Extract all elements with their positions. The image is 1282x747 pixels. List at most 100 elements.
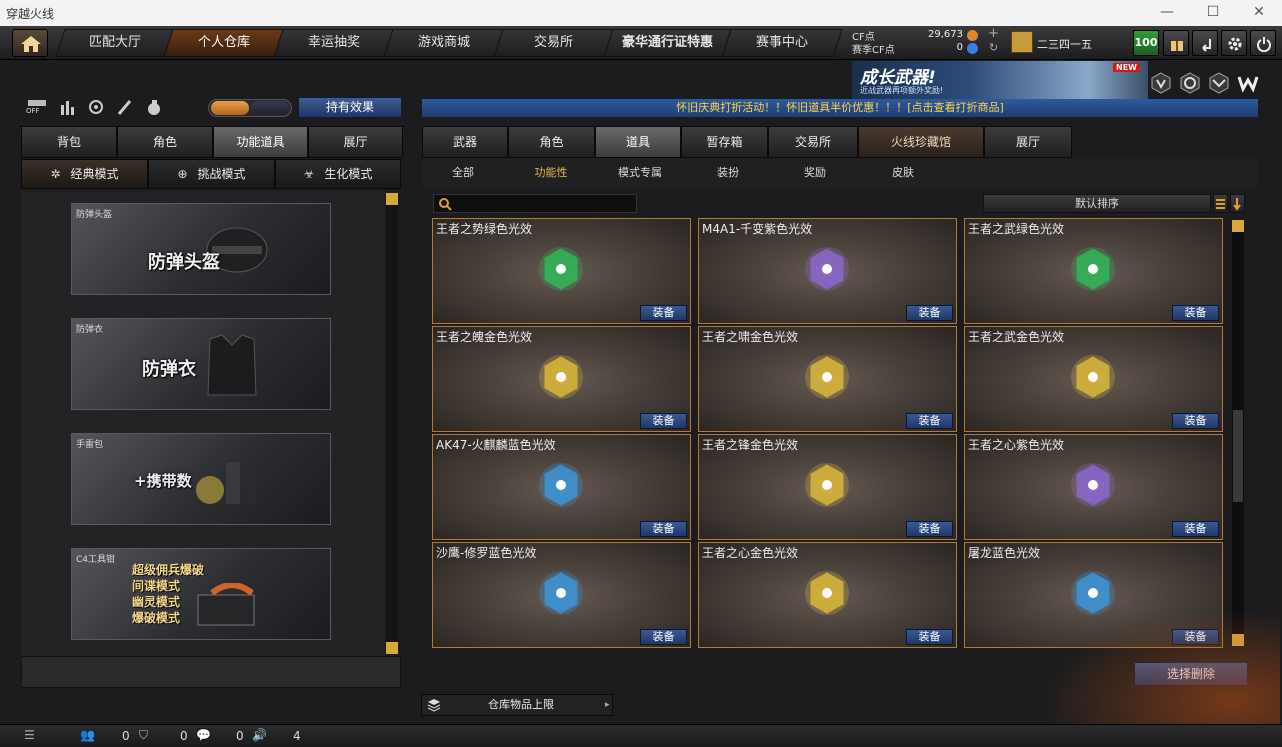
tab-storage-box[interactable]: 暂存箱 xyxy=(681,126,768,158)
gift-button[interactable] xyxy=(1163,30,1189,56)
menu-icon[interactable]: ☰ xyxy=(24,728,35,742)
equip-button[interactable]: 装备 xyxy=(906,521,953,537)
tab-pass-deal[interactable]: 豪华通行证特惠 xyxy=(603,29,733,57)
home-button[interactable] xyxy=(12,29,48,57)
c4-tool-card[interactable]: C4工具钳 超级佣兵爆破 间谍模式 幽灵模式 爆破模式 xyxy=(71,548,331,640)
level-badge[interactable]: 100 xyxy=(1133,30,1159,56)
left-scrollbar[interactable] xyxy=(386,193,398,654)
growth-weapon-banner[interactable]: 成长武器! 近战武器再项额外奖励! NEW xyxy=(852,61,1148,99)
settings-button[interactable] xyxy=(1221,30,1247,56)
equip-button[interactable]: 装备 xyxy=(1172,413,1219,429)
equip-button[interactable]: 装备 xyxy=(640,629,687,645)
subtab-rewards[interactable]: 奖励 xyxy=(792,162,838,184)
item-card[interactable]: 王者之心金色光效 装备 xyxy=(698,542,957,648)
tab-event-center[interactable]: 赛事中心 xyxy=(721,29,843,57)
tab-lucky-draw[interactable]: 幸运抽奖 xyxy=(273,29,395,57)
scroll-up-arrow-icon[interactable] xyxy=(386,193,398,205)
tab-character[interactable]: 角色 xyxy=(117,126,213,158)
item-card[interactable]: 屠龙蓝色光效 装备 xyxy=(964,542,1223,648)
refresh-icon[interactable]: ↻ xyxy=(989,41,998,54)
w-emblem-icon[interactable] xyxy=(1237,72,1259,94)
select-delete-button[interactable]: 选择删除 xyxy=(1134,662,1248,686)
wings-emblem-icon[interactable] xyxy=(1208,72,1230,94)
item-card[interactable]: 王者之心紫色光效 装备 xyxy=(964,434,1223,540)
volume-icon[interactable]: 🔊 xyxy=(252,728,267,742)
sort-dropdown[interactable]: 默认排序 xyxy=(983,194,1211,213)
search-input[interactable] xyxy=(433,194,637,213)
equip-button[interactable]: 装备 xyxy=(906,305,953,321)
cycle-icon[interactable] xyxy=(85,97,107,117)
item-card[interactable]: 王者之武金色光效 装备 xyxy=(964,326,1223,432)
off-toggle-icon[interactable]: OFF xyxy=(26,97,48,117)
item-card[interactable]: 王者之势绿色光效 装备 xyxy=(432,218,691,324)
tab-challenge-mode[interactable]: ⊕ 挑战模式 xyxy=(148,159,275,189)
tab-exhibition[interactable]: 展厅 xyxy=(984,126,1072,158)
grenade-icon[interactable] xyxy=(143,97,165,117)
tab-showroom[interactable]: 展厅 xyxy=(308,126,403,158)
item-name: 王者之魄金色光效 xyxy=(436,330,533,344)
equip-button[interactable]: 装备 xyxy=(1172,629,1219,645)
friends-icon[interactable]: 👥 xyxy=(80,728,95,742)
tab-characters[interactable]: 角色 xyxy=(508,126,595,158)
equip-button[interactable]: 装备 xyxy=(640,521,687,537)
close-button[interactable]: ✕ xyxy=(1236,0,1282,26)
tab-exchange[interactable]: 交易所 xyxy=(493,29,615,57)
owned-effect-button[interactable]: 持有效果 xyxy=(298,97,402,118)
maximize-button[interactable]: ☐ xyxy=(1190,0,1236,26)
tab-classic-mode[interactable]: ✲ 经典模式 xyxy=(21,159,148,189)
clan-shield-icon[interactable]: ⛉ xyxy=(139,728,148,743)
tab-match-lobby[interactable]: 匹配大厅 xyxy=(55,29,175,57)
subtab-dress-up[interactable]: 装扮 xyxy=(705,162,751,184)
item-card[interactable]: M4A1-千变紫色光效 装备 xyxy=(698,218,957,324)
equip-button[interactable]: 装备 xyxy=(1172,305,1219,321)
subtab-all[interactable]: 全部 xyxy=(440,162,486,184)
view-toggle[interactable] xyxy=(208,99,292,117)
item-card[interactable]: 沙鹰-修罗蓝色光效 装备 xyxy=(432,542,691,648)
equip-button[interactable]: 装备 xyxy=(906,629,953,645)
equip-button[interactable]: 装备 xyxy=(906,413,953,429)
shield-emblem-icon[interactable] xyxy=(1150,72,1172,94)
item-card[interactable]: 王者之锋金色光效 装备 xyxy=(698,434,957,540)
tab-trade[interactable]: 交易所 xyxy=(768,126,858,158)
add-cf-icon[interactable]: + xyxy=(988,26,999,41)
grenade-pack-card[interactable]: 手雷包 +携带数 xyxy=(71,433,331,525)
item-card[interactable]: 王者之啸金色光效 装备 xyxy=(698,326,957,432)
storage-limit-bar[interactable]: 仓库物品上限 ▸ xyxy=(421,694,613,716)
body-armor-card[interactable]: 防弹衣 防弹衣 xyxy=(71,318,331,410)
tab-functional-items[interactable]: 功能道具 xyxy=(213,126,308,158)
minimize-button[interactable]: — xyxy=(1144,0,1190,26)
tab-game-mall[interactable]: 游戏商城 xyxy=(383,29,505,57)
list-view-icon[interactable] xyxy=(1213,194,1228,213)
helmet-card[interactable]: 防弹头盔 防弹头盔 xyxy=(71,203,331,295)
equip-button[interactable]: 装备 xyxy=(640,305,687,321)
discount-notice[interactable]: 怀旧庆典打折活动！！怀旧道具半价优惠！！！[点击查看打折商品] xyxy=(422,99,1258,117)
tab-items[interactable]: 道具 xyxy=(595,126,681,158)
tab-weapons[interactable]: 武器 xyxy=(422,126,508,158)
item-card[interactable]: 王者之武绿色光效 装备 xyxy=(964,218,1223,324)
chat-icon[interactable]: 💬 xyxy=(196,728,211,742)
scroll-down-arrow-icon[interactable] xyxy=(386,642,398,654)
stats-icon[interactable] xyxy=(57,97,79,117)
item-card[interactable]: AK47-火麒麟蓝色光效 装备 xyxy=(432,434,691,540)
tab-backpack[interactable]: 背包 xyxy=(21,126,117,158)
grid-scroll-down-icon[interactable] xyxy=(1232,634,1244,646)
sort-direction-icon[interactable] xyxy=(1230,194,1245,213)
grid-scroll-thumb[interactable] xyxy=(1233,410,1243,502)
power-button[interactable] xyxy=(1250,30,1276,56)
target-emblem-icon[interactable] xyxy=(1179,72,1201,94)
tab-personal-warehouse[interactable]: 个人仓库 xyxy=(163,29,285,57)
brush-icon[interactable] xyxy=(114,97,136,117)
right-scrollbar[interactable] xyxy=(1232,220,1244,646)
item-card[interactable]: 王者之魄金色光效装备 xyxy=(432,326,691,432)
tab-zombie-mode[interactable]: ☣ 生化模式 xyxy=(275,159,401,189)
grid-scroll-up-icon[interactable] xyxy=(1232,220,1244,232)
clan-count: 0 xyxy=(180,729,188,743)
equip-button[interactable]: 装备 xyxy=(640,413,687,429)
top-navigation: 匹配大厅 个人仓库 幸运抽奖 游戏商城 交易所 豪华通行证特惠 赛事中心 CF点… xyxy=(0,26,1282,60)
subtab-mode-exclusive[interactable]: 模式专属 xyxy=(610,162,670,184)
tab-collection-hall[interactable]: 火线珍藏馆 xyxy=(858,126,984,158)
back-button[interactable] xyxy=(1192,30,1218,56)
subtab-skins[interactable]: 皮肤 xyxy=(880,162,926,184)
equip-button[interactable]: 装备 xyxy=(1172,521,1219,537)
subtab-functional[interactable]: 功能性 xyxy=(526,162,576,184)
